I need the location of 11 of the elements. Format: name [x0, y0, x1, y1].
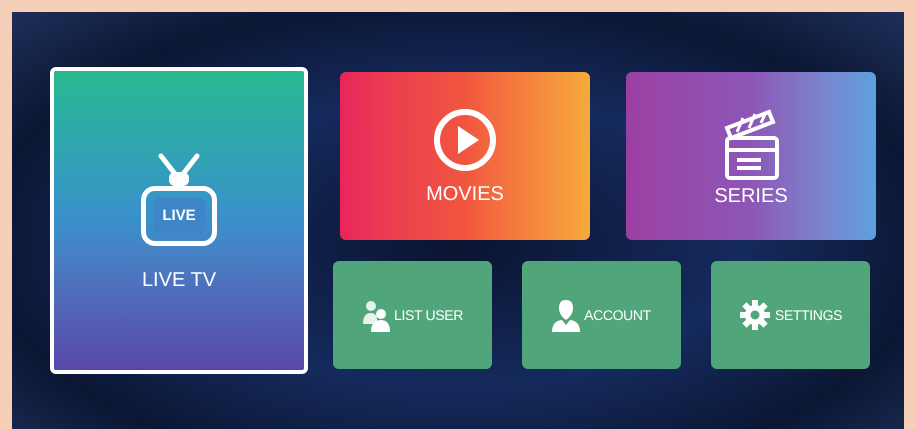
menu-tile[interactable]: SERIES	[626, 72, 876, 240]
menu-tile[interactable]: LIVE LIVE TV	[50, 67, 308, 374]
play-icon	[433, 108, 497, 172]
menu-tile[interactable]: MOVIES	[340, 72, 590, 240]
menu-tile[interactable]: LIST USER	[333, 261, 492, 369]
users-icon	[362, 298, 390, 332]
settings-icon	[738, 299, 771, 331]
person-icon	[552, 298, 580, 332]
live-label: LIVE	[162, 208, 196, 223]
menu-tile[interactable]: SETTINGS	[711, 261, 870, 369]
menu-tile[interactable]: ACCOUNT	[522, 261, 681, 369]
